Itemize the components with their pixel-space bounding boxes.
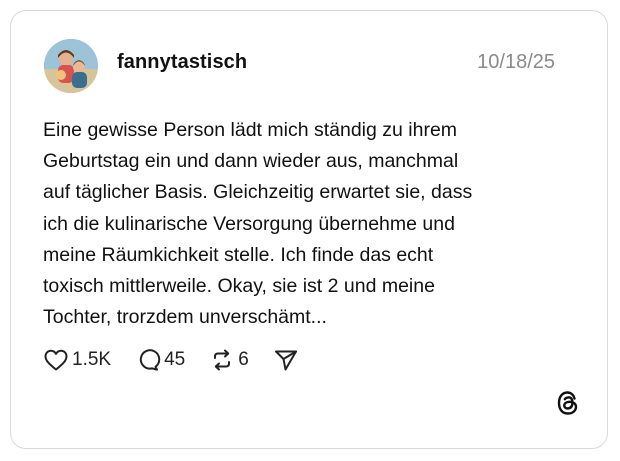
- avatar[interactable]: [44, 39, 98, 93]
- reply-count: 45: [164, 349, 186, 370]
- post-card: fannytastisch 10/18/25 Eine gewisse Pers…: [10, 10, 608, 449]
- like-button[interactable]: 1.5K: [43, 348, 111, 372]
- heart-icon: [44, 349, 68, 371]
- threads-logo-icon[interactable]: [555, 389, 581, 422]
- reply-button[interactable]: 45: [135, 348, 185, 372]
- repost-icon: [214, 349, 231, 371]
- post-date: 10/18/25: [477, 51, 555, 73]
- username[interactable]: fannytastisch: [117, 51, 247, 74]
- share-icon: [274, 350, 297, 371]
- action-bar: 1.5K 45 6: [43, 345, 323, 375]
- repost-count: 6: [238, 349, 249, 370]
- repost-button[interactable]: 6: [209, 348, 249, 372]
- like-count: 1.5K: [72, 349, 112, 370]
- share-button[interactable]: [273, 348, 299, 372]
- reply-icon: [139, 349, 161, 371]
- post-text: Eine gewisse Person lädt mich ständig zu…: [43, 119, 473, 329]
